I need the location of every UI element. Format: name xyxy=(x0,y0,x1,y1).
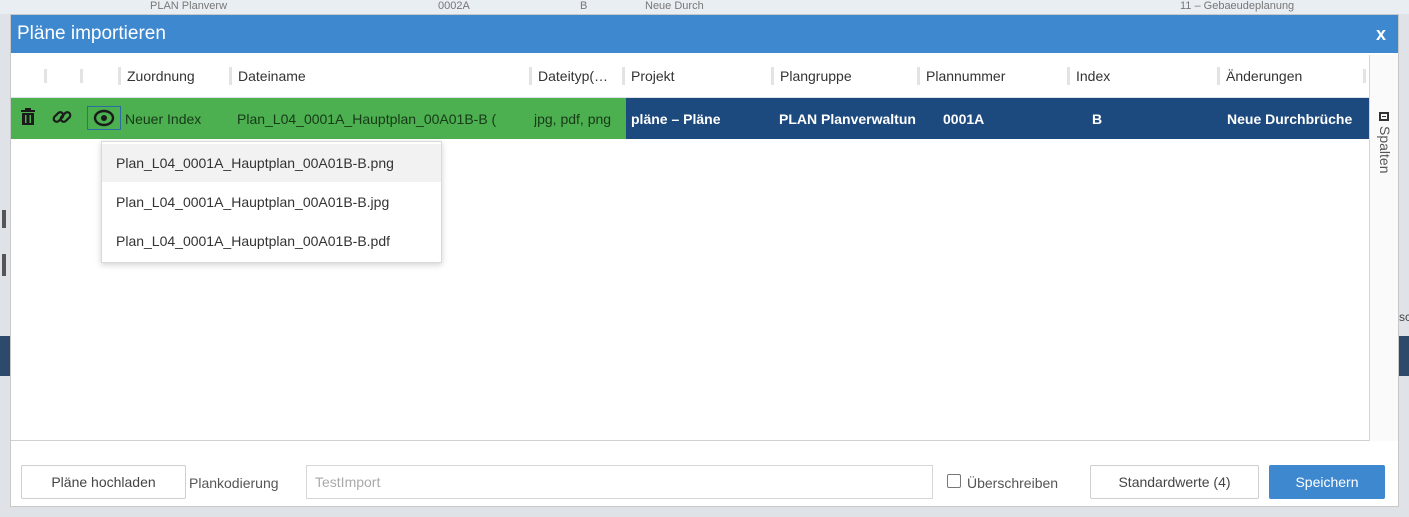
columns-side-panel: Spalten xyxy=(1369,55,1398,441)
background-text: Neue Durch xyxy=(645,0,704,12)
cell-dateityp[interactable]: jpg, pdf, png xyxy=(534,109,626,129)
background-text: sc xyxy=(1399,310,1409,324)
trash-icon xyxy=(21,108,35,125)
column-header-dateityp[interactable]: Dateityp(… xyxy=(529,67,608,85)
upload-plans-button[interactable]: Pläne hochladen xyxy=(21,465,186,499)
column-header-dateiname[interactable]: Dateiname xyxy=(229,67,306,85)
background-page-row: PLAN Planverw 0002A B Neue Durch 11 – Ge… xyxy=(0,0,1409,14)
background-bottom xyxy=(0,507,1409,517)
dropdown-item-jpg[interactable]: Plan_L04_0001A_Hauptplan_00A01B-B.jpg xyxy=(102,183,441,221)
eye-icon[interactable] xyxy=(87,106,121,130)
cell-zuordnung[interactable]: Neuer Index xyxy=(125,109,225,129)
background-left-edge xyxy=(0,14,10,517)
dropdown-item-png[interactable]: Plan_L04_0001A_Hauptplan_00A01B-B.png xyxy=(102,144,441,182)
cell-plannummer[interactable]: 0001A xyxy=(943,109,1063,129)
close-button[interactable]: x xyxy=(1376,23,1386,45)
column-resize-handle[interactable] xyxy=(1363,69,1366,83)
file-preview-dropdown: Plan_L04_0001A_Hauptplan_00A01B-B.png Pl… xyxy=(101,141,442,263)
dialog-header: Pläne importieren x xyxy=(11,15,1398,53)
column-header-projekt[interactable]: Projekt xyxy=(622,67,675,85)
column-header-zuordnung[interactable]: Zuordnung xyxy=(118,67,195,85)
column-header-plangruppe[interactable]: Plangruppe xyxy=(771,67,852,85)
grid-header: Zuordnung Dateiname Dateityp(… Projekt P… xyxy=(11,55,1369,98)
eye-icon xyxy=(93,109,115,127)
columns-icon xyxy=(1379,112,1389,121)
defaults-button[interactable]: Standardwerte (4) xyxy=(1090,465,1259,499)
columns-label: Spalten xyxy=(1377,126,1393,174)
column-resize-handle[interactable] xyxy=(80,69,83,83)
background-text: PLAN Planverw xyxy=(150,0,228,12)
plan-coding-input[interactable] xyxy=(306,465,933,499)
background-right-edge: sc xyxy=(1399,14,1409,517)
column-header-plannummer[interactable]: Plannummer xyxy=(917,67,1005,85)
column-header-index[interactable]: Index xyxy=(1067,67,1110,85)
save-button[interactable]: Speichern xyxy=(1269,465,1385,499)
cell-plangruppe[interactable]: PLAN Planverwaltun xyxy=(779,109,921,129)
columns-toggle[interactable]: Spalten xyxy=(1374,112,1394,202)
cell-projekt[interactable]: pläne – Pläne xyxy=(631,109,766,129)
table-row[interactable]: Neuer Index Plan_L04_0001A_Hauptplan_00A… xyxy=(11,98,1369,139)
background-text: B xyxy=(580,0,588,12)
cell-dateiname[interactable]: Plan_L04_0001A_Hauptplan_00A01B-B ( xyxy=(237,109,527,129)
dropdown-item-pdf[interactable]: Plan_L04_0001A_Hauptplan_00A01B-B.pdf xyxy=(102,222,441,260)
column-resize-handle[interactable] xyxy=(44,69,47,83)
import-plans-dialog: Pläne importieren x Zuordnung Dateiname … xyxy=(10,14,1399,507)
import-grid: Zuordnung Dateiname Dateityp(… Projekt P… xyxy=(11,55,1369,441)
dialog-footer: Pläne hochladen Plankodierung Überschrei… xyxy=(11,442,1398,506)
link-icon xyxy=(52,111,72,123)
cell-aenderungen[interactable]: Neue Durchbrüche xyxy=(1227,109,1367,129)
coding-label: Plankodierung xyxy=(189,475,279,491)
trash-icon[interactable] xyxy=(17,106,39,130)
overwrite-checkbox[interactable] xyxy=(947,474,961,488)
overwrite-label[interactable]: Überschreiben xyxy=(967,474,1058,492)
column-header-aenderungen[interactable]: Änderungen xyxy=(1217,67,1302,85)
cell-index[interactable]: B xyxy=(1092,109,1192,129)
dialog-title: Pläne importieren xyxy=(17,23,166,44)
background-text: 11 – Gebaeudeplanung xyxy=(1180,0,1295,12)
link-icon[interactable] xyxy=(51,106,73,130)
background-text: 0002A xyxy=(438,0,470,12)
